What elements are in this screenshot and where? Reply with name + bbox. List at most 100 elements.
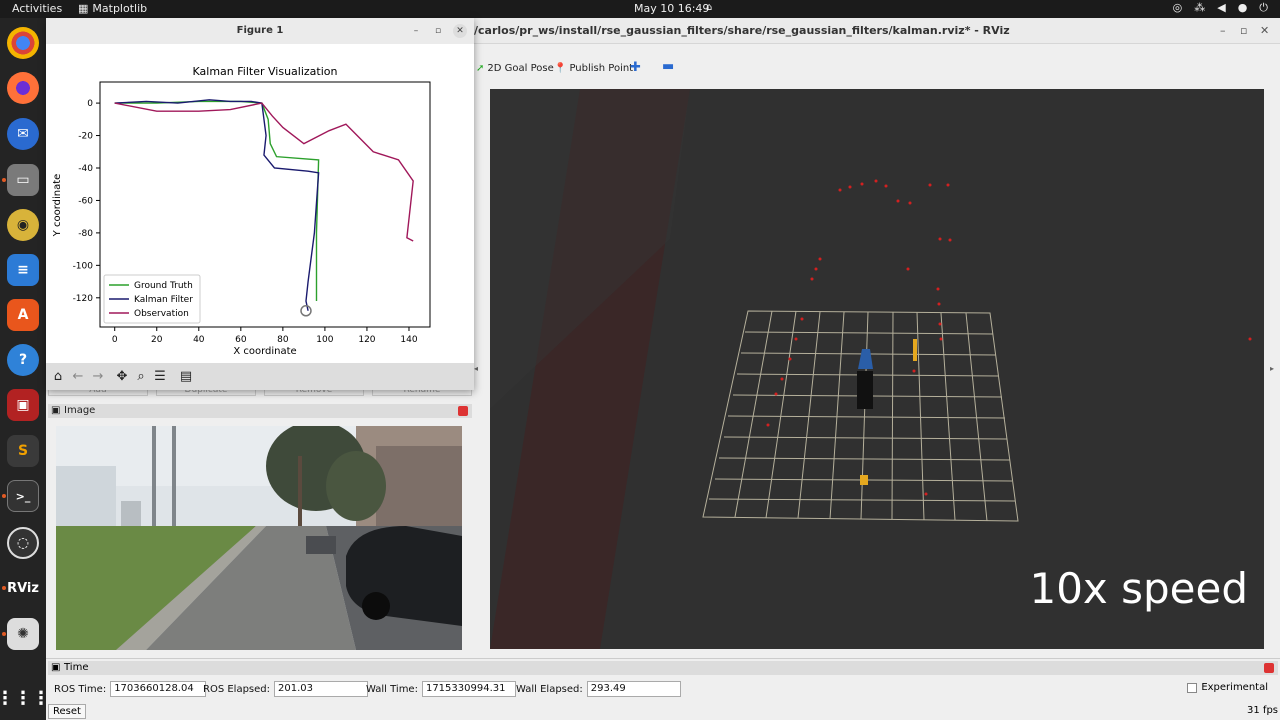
- back-icon[interactable]: ←: [69, 367, 87, 385]
- x-axis-label: X coordinate: [233, 346, 296, 357]
- sublime-icon[interactable]: S: [7, 435, 39, 467]
- green-arrow-icon: ➚: [476, 63, 485, 74]
- goal-pose-label: 2D Goal Pose: [487, 63, 554, 74]
- side-collapse-arrow[interactable]: ◂: [474, 364, 478, 373]
- chart-title: Kalman Filter Visualization: [193, 65, 338, 78]
- wall-elapsed-label: Wall Elapsed:: [516, 683, 583, 695]
- legend-observation: Observation: [134, 309, 189, 319]
- legend-ground-truth: Ground Truth: [134, 281, 193, 291]
- zoom-icon[interactable]: ⌕: [132, 367, 150, 385]
- rviz-icon[interactable]: RViz: [7, 572, 39, 604]
- checkbox-box[interactable]: [1187, 682, 1198, 693]
- y-tick-label: -120: [73, 294, 94, 304]
- running-indicator: [2, 494, 6, 498]
- legend-kalman: Kalman Filter: [134, 295, 193, 305]
- terminal-icon[interactable]: >_: [7, 480, 39, 512]
- ros-time-label: ROS Time:: [54, 683, 107, 695]
- close-button[interactable]: ✕: [1260, 24, 1269, 37]
- add-tool-button[interactable]: ✚: [630, 60, 641, 75]
- panel-float-icon[interactable]: ▣: [51, 405, 60, 416]
- writer-icon[interactable]: ≡: [7, 254, 39, 286]
- image-panel: ▣ Image: [48, 404, 472, 654]
- show-apps-icon[interactable]: ⋮⋮⋮: [0, 682, 50, 714]
- ros-elapsed-field: ROS Elapsed: 201.03: [203, 681, 368, 697]
- matplotlib-icon: ▦: [78, 2, 89, 15]
- x-tick-label: 60: [235, 335, 247, 345]
- maximize-button[interactable]: ▫: [431, 24, 445, 38]
- camera-image: [56, 426, 462, 650]
- wall-elapsed-field: Wall Elapsed: 293.49: [516, 681, 681, 697]
- time-panel-header[interactable]: ▣ Time: [48, 661, 1278, 675]
- panel-close-icon[interactable]: [458, 406, 468, 416]
- goal-pose-tool[interactable]: ➚ 2D Goal Pose: [476, 63, 554, 74]
- pan-icon[interactable]: ✥: [113, 367, 131, 385]
- save-icon[interactable]: ▤: [177, 367, 195, 385]
- app-center-icon[interactable]: A: [7, 299, 39, 331]
- configure-subplots-icon[interactable]: ☰: [151, 367, 169, 385]
- wall-time-value[interactable]: 1715330994.31: [421, 681, 516, 697]
- y-tick-label: -20: [78, 132, 93, 142]
- kalman-plot[interactable]: Kalman Filter Visualization 0 20 40 60 80 100…: [46, 45, 474, 363]
- experimental-checkbox[interactable]: Experimental: [1187, 682, 1268, 693]
- y-tick-label: -80: [78, 229, 93, 239]
- wall-elapsed-value[interactable]: 293.49: [586, 681, 681, 697]
- publish-point-tool[interactable]: 📍 Publish Point: [554, 63, 633, 74]
- home-icon[interactable]: ⌂: [49, 367, 67, 385]
- wall-time-field: Wall Time: 1715330994.31: [366, 681, 516, 697]
- marker-orange: [860, 475, 868, 485]
- forward-icon[interactable]: →: [89, 367, 107, 385]
- fps-readout: 31 fps: [1247, 705, 1278, 716]
- network-icon: ⁂: [1194, 1, 1206, 14]
- maximize-button[interactable]: ▫: [1240, 24, 1247, 37]
- rhythmbox-icon[interactable]: ◉: [7, 209, 39, 241]
- minimize-button[interactable]: –: [1220, 24, 1226, 37]
- image-panel-header[interactable]: ▣ Image: [48, 404, 472, 418]
- x-tick-label: 120: [358, 335, 375, 345]
- time-panel: ▣ Time ROS Time: 1703660128.04 ROS Elaps…: [46, 658, 1280, 720]
- matplotlib-toolbar: ⌂ ← → ✥ ⌕ ☰ ▤: [46, 363, 474, 390]
- panel-close-icon[interactable]: [1264, 663, 1274, 673]
- obs-icon[interactable]: ◌: [7, 527, 39, 559]
- remove-tool-button[interactable]: ▬: [662, 59, 674, 74]
- robot-model: [857, 371, 873, 409]
- ros-time-value[interactable]: 1703660128.04: [110, 681, 207, 697]
- power-icon: ⏻: [1259, 1, 1268, 14]
- side-collapse-arrow-right[interactable]: ▸: [1270, 364, 1274, 373]
- dock: ✉ ▭ ◉ ≡ A ? ▣ S >_ ◌ RViz ✺ ⋮⋮⋮: [0, 18, 50, 720]
- running-indicator: [2, 586, 6, 590]
- help-icon[interactable]: ?: [7, 344, 39, 376]
- x-tick-label: 40: [193, 335, 205, 345]
- ubuntu-pro-icon: ◎: [1172, 1, 1183, 14]
- files-icon[interactable]: ▭: [7, 164, 39, 196]
- matplotlib-dock-icon[interactable]: ✺: [7, 618, 39, 650]
- firefox-icon[interactable]: [7, 72, 39, 104]
- x-tick-label: 80: [277, 335, 289, 345]
- image-panel-title: Image: [64, 405, 96, 416]
- marker-yellow: [913, 339, 917, 361]
- panel-float-icon[interactable]: ▣: [51, 662, 60, 673]
- speed-overlay: 10x speed: [1029, 564, 1248, 613]
- chrome-icon[interactable]: [7, 27, 39, 59]
- thunderbird-icon[interactable]: ✉: [7, 118, 39, 150]
- clock[interactable]: May 10 16:49: [634, 2, 709, 15]
- 3d-viewport[interactable]: 10x speed: [490, 89, 1264, 649]
- figure-title-bar[interactable]: Figure 1 – ▫ ✕: [46, 18, 474, 44]
- running-indicator: [2, 178, 6, 182]
- matplotlib-figure-window: Figure 1 – ▫ ✕ Kalman Filter Visualizati…: [46, 18, 474, 390]
- notification-bell-icon[interactable]: ⌂: [706, 2, 712, 13]
- system-tray[interactable]: ◎ ⁂ ◀ ● ⏻: [1173, 1, 1268, 15]
- ros-elapsed-value[interactable]: 201.03: [274, 681, 368, 697]
- x-tick-label: 0: [112, 335, 118, 345]
- reset-button[interactable]: Reset: [48, 704, 86, 719]
- y-tick-label: 0: [87, 99, 93, 109]
- minimize-button[interactable]: –: [409, 24, 423, 38]
- activities-button[interactable]: Activities: [12, 2, 62, 15]
- x-tick-label: 100: [316, 335, 333, 345]
- terminal-red-icon[interactable]: ▣: [7, 389, 39, 421]
- time-panel-title: Time: [64, 662, 89, 673]
- legend: Ground Truth Kalman Filter Observation: [103, 274, 201, 324]
- app-menu[interactable]: ▦ Matplotlib: [78, 2, 147, 15]
- y-tick-label: -60: [78, 196, 93, 206]
- close-button[interactable]: ✕: [453, 24, 467, 38]
- experimental-label: Experimental: [1201, 682, 1268, 693]
